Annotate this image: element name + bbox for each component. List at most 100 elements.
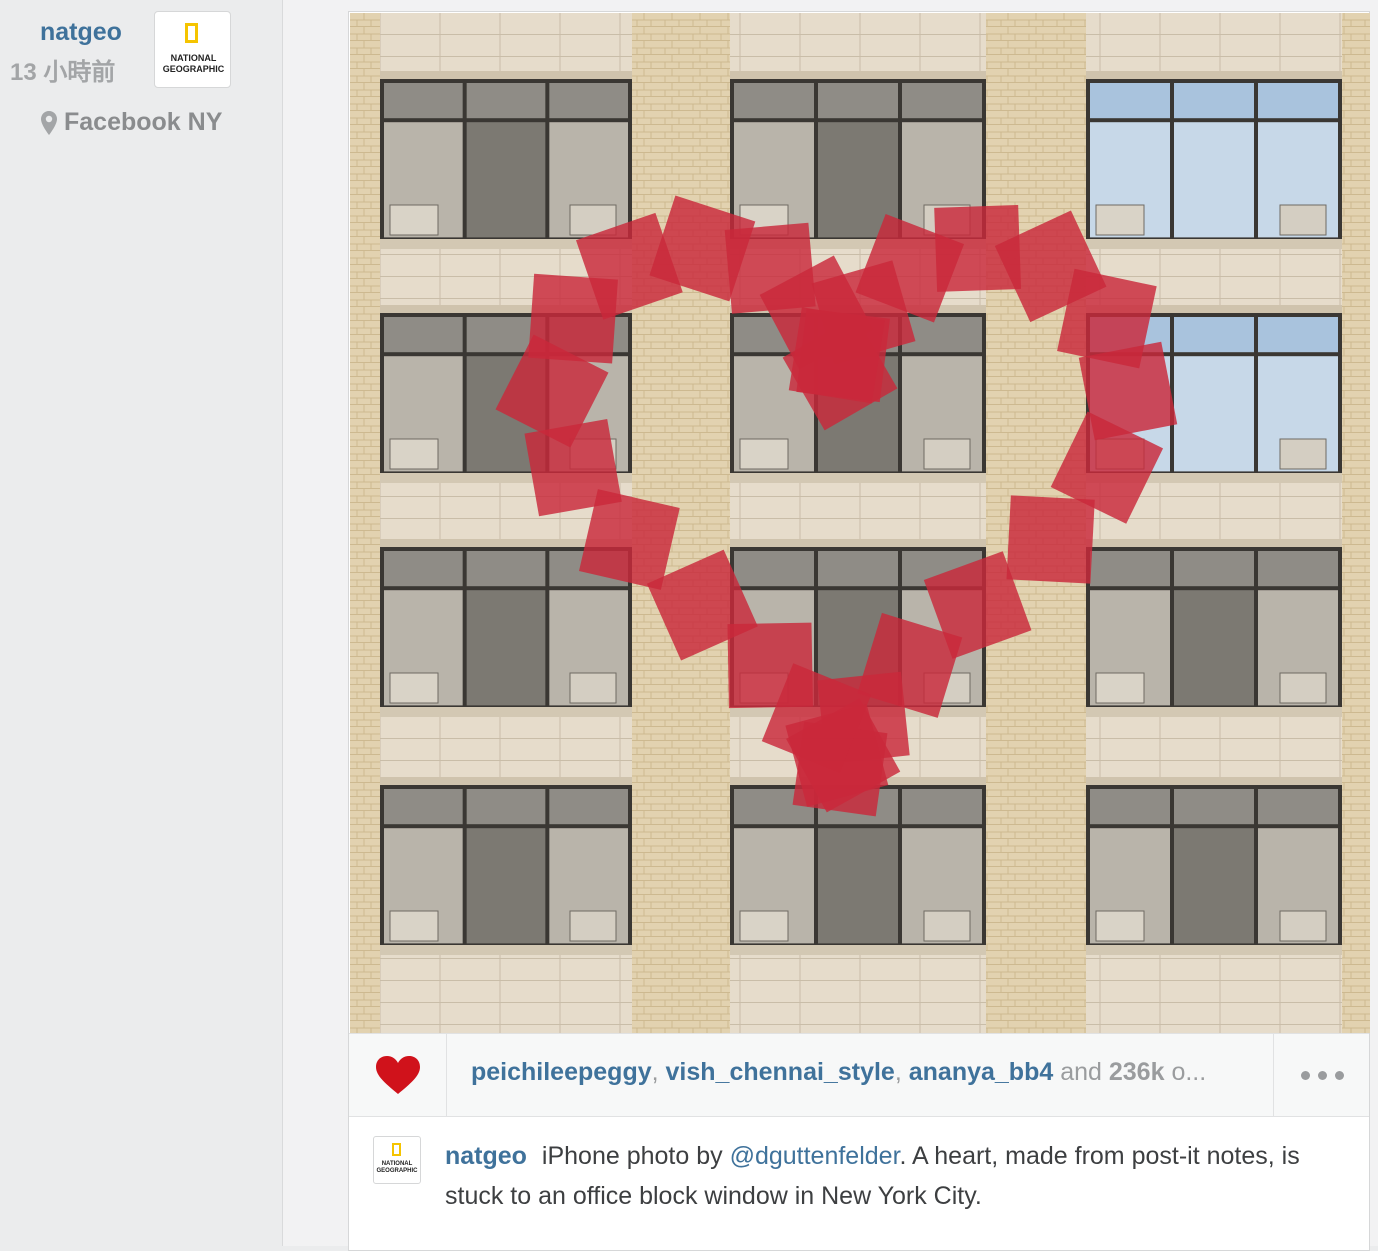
window-pane xyxy=(466,828,546,944)
air-conditioner xyxy=(1279,204,1327,236)
likes-others-text: o... xyxy=(1171,1058,1207,1086)
air-conditioner xyxy=(1279,910,1327,942)
national-geographic-logo-icon xyxy=(185,23,198,43)
window-pane xyxy=(466,789,546,825)
window-pane xyxy=(549,789,628,825)
air-conditioner xyxy=(569,672,617,704)
window-lintel xyxy=(380,71,632,79)
air-conditioner xyxy=(923,438,971,470)
window-pane xyxy=(818,828,898,944)
window-pane xyxy=(549,83,628,119)
window-pane xyxy=(1174,551,1254,587)
caption-avatar[interactable]: NATIONAL GEOGRAPHIC xyxy=(373,1136,421,1184)
window-lintel xyxy=(1086,777,1342,785)
window-pane xyxy=(1174,828,1254,944)
liker-separator: , xyxy=(651,1058,666,1086)
window-pane xyxy=(466,551,546,587)
post-photo[interactable] xyxy=(350,13,1370,1033)
post-time-ago[interactable]: 13 小時前 xyxy=(10,52,115,87)
caption-text-before: iPhone photo by xyxy=(541,1142,730,1170)
post-it-note xyxy=(727,622,813,709)
window-pane xyxy=(384,551,463,587)
window-pane xyxy=(1174,356,1254,472)
avatar-brand-line1: NATIONAL xyxy=(170,53,217,63)
caption-mention-link[interactable]: @dguttenfelder xyxy=(730,1142,900,1170)
post-caption: natgeo iPhone photo by @dguttenfelder. A… xyxy=(445,1136,1325,1216)
window-sill xyxy=(1080,239,1348,249)
post-sidebar: natgeo 13 小時前 NATIONAL GEOGRAPHIC Facebo… xyxy=(0,0,283,1246)
window-pane xyxy=(902,789,982,825)
air-conditioner xyxy=(1095,672,1145,704)
post-action-bar: peichileepeggy, vish_chennai_style, anan… xyxy=(349,1033,1369,1117)
more-options-button[interactable] xyxy=(1273,1034,1370,1116)
window-pane xyxy=(1258,789,1338,825)
air-conditioner xyxy=(923,910,971,942)
window-sill xyxy=(724,945,992,955)
post-it-note xyxy=(788,307,885,404)
liker-link[interactable]: vish_chennai_style xyxy=(666,1058,895,1086)
window-pane xyxy=(1258,317,1338,353)
avatar-brand-line2: GEOGRAPHIC xyxy=(162,64,225,74)
window-pane xyxy=(1174,590,1254,706)
post-it-note xyxy=(1006,495,1095,584)
window-lintel xyxy=(1086,539,1342,547)
avatar[interactable]: NATIONAL GEOGRAPHIC xyxy=(154,11,231,88)
window-pane xyxy=(734,83,814,119)
window-sill xyxy=(374,707,638,717)
caption-username-link[interactable]: natgeo xyxy=(445,1142,527,1170)
ellipsis-icon xyxy=(1300,1070,1310,1080)
ellipsis-icon xyxy=(1334,1070,1344,1080)
window-pane xyxy=(384,789,463,825)
window-pane xyxy=(466,83,546,119)
window-lintel xyxy=(730,71,986,79)
like-button[interactable] xyxy=(349,1034,447,1116)
ellipsis-icon xyxy=(1317,1070,1327,1080)
post-location[interactable]: Facebook NY xyxy=(40,108,222,137)
window-pane xyxy=(384,83,463,119)
air-conditioner xyxy=(1095,910,1145,942)
window-sill xyxy=(374,945,638,955)
air-conditioner xyxy=(389,204,439,236)
window-pane xyxy=(1174,317,1254,353)
caption-row: NATIONAL GEOGRAPHIC natgeo iPhone photo … xyxy=(349,1116,1369,1236)
window-pane xyxy=(1258,551,1338,587)
air-conditioner xyxy=(389,910,439,942)
post-username-link[interactable]: natgeo xyxy=(40,18,122,47)
air-conditioner xyxy=(1279,672,1327,704)
post-card: peichileepeggy, vish_chennai_style, anan… xyxy=(348,11,1370,1251)
window-pane xyxy=(1174,789,1254,825)
location-pin-icon xyxy=(41,110,57,135)
window-pane xyxy=(818,551,898,587)
window-pane xyxy=(384,317,463,353)
window-pane xyxy=(902,317,982,353)
window-pane xyxy=(1174,122,1254,238)
air-conditioner xyxy=(739,438,789,470)
air-conditioner xyxy=(1279,438,1327,470)
liker-link[interactable]: ananya_bb4 xyxy=(909,1058,1054,1086)
window-pane xyxy=(1090,789,1170,825)
window-pane xyxy=(1090,551,1170,587)
heart-post-it-photo-icon xyxy=(350,13,1370,1033)
window-sill xyxy=(1080,945,1348,955)
air-conditioner xyxy=(739,910,789,942)
avatar-brand-line1: NATIONAL xyxy=(381,1161,413,1167)
window-pane xyxy=(1174,83,1254,119)
window-pane xyxy=(1090,83,1170,119)
window-lintel xyxy=(380,777,632,785)
liker-separator: , xyxy=(894,1058,909,1086)
window-pane xyxy=(466,590,546,706)
air-conditioner xyxy=(569,910,617,942)
window-lintel xyxy=(730,539,986,547)
likes-and-text: and xyxy=(1060,1058,1102,1086)
window-sill xyxy=(724,473,992,483)
window-pane xyxy=(466,122,546,238)
location-label: Facebook NY xyxy=(64,108,223,136)
liker-link[interactable]: peichileepeggy xyxy=(471,1058,652,1086)
window-sill xyxy=(1080,707,1348,717)
national-geographic-logo-icon xyxy=(392,1143,401,1156)
likes-summary: peichileepeggy, vish_chennai_style, anan… xyxy=(471,1058,1261,1087)
air-conditioner xyxy=(389,438,439,470)
avatar-brand-line2: GEOGRAPHIC xyxy=(376,1168,418,1174)
window-pane xyxy=(902,83,982,119)
like-count[interactable]: 236k xyxy=(1109,1058,1165,1086)
